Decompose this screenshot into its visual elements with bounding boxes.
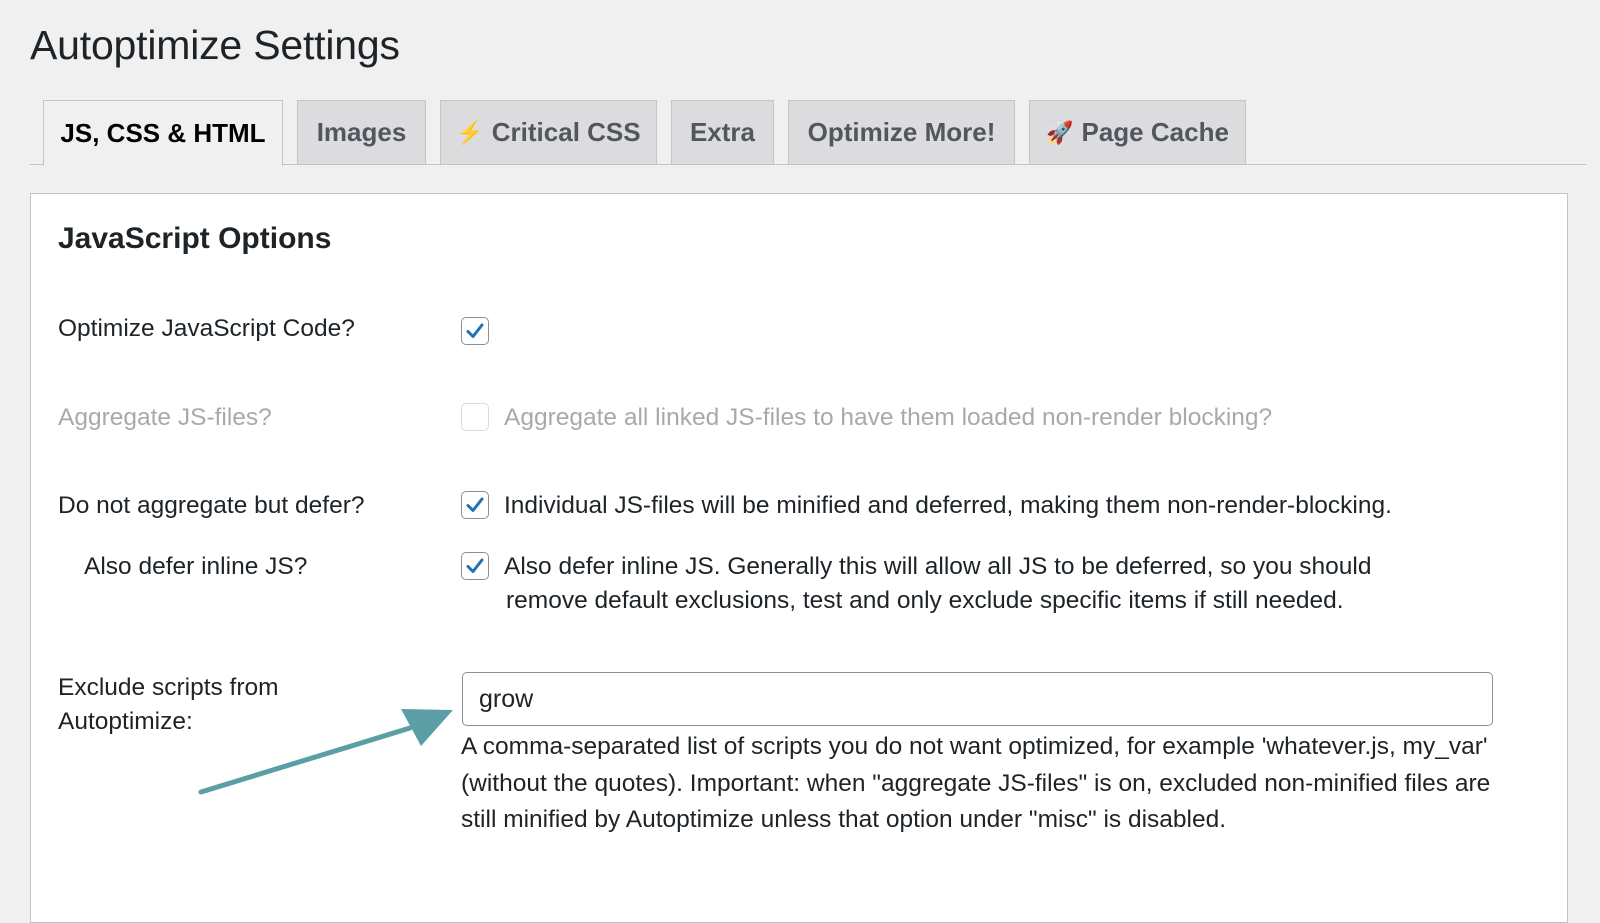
tab-optimize-more[interactable]: Optimize More! — [788, 100, 1015, 164]
tab-label: JS, CSS & HTML — [60, 118, 266, 148]
checkmark-icon — [466, 558, 484, 573]
annotation-arrow-icon — [198, 709, 453, 795]
tab-label: Optimize More! — [807, 117, 996, 147]
tab-label: Critical CSS — [491, 117, 641, 147]
tab-images[interactable]: Images — [297, 100, 426, 164]
exclude-label-line2: Autoptimize: — [58, 708, 193, 735]
rocket-icon: 🚀 — [1046, 119, 1074, 145]
page-title: Autoptimize Settings — [30, 22, 400, 68]
defer-inline-description-line2: remove default exclusions, test and only… — [506, 587, 1344, 614]
checkmark-icon — [466, 323, 484, 338]
tab-critical-css[interactable]: ⚡ Critical CSS — [440, 100, 657, 164]
tab-label: Images — [316, 117, 407, 147]
section-title: JavaScript Options — [58, 222, 332, 255]
exclude-scripts-input[interactable] — [462, 672, 1493, 726]
defer-label: Do not aggregate but defer? — [58, 492, 365, 519]
defer-inline-checkbox[interactable] — [461, 552, 489, 580]
defer-checkbox[interactable] — [461, 491, 489, 519]
aggregate-js-label: Aggregate JS-files? — [58, 404, 272, 431]
tab-js-css-html[interactable]: JS, CSS & HTML — [43, 100, 283, 166]
tab-label: Extra — [689, 117, 756, 147]
tab-page-cache[interactable]: 🚀 Page Cache — [1029, 100, 1246, 164]
defer-inline-label: Also defer inline JS? — [84, 553, 308, 580]
defer-description: Individual JS-files will be minified and… — [504, 492, 1392, 519]
aggregate-js-description: Aggregate all linked JS-files to have th… — [504, 404, 1273, 431]
aggregate-js-checkbox[interactable] — [461, 403, 489, 431]
exclude-help-text: A comma-separated list of scripts you do… — [461, 733, 1491, 833]
checkmark-icon — [466, 497, 484, 512]
defer-inline-description-line1: Also defer inline JS. Generally this wil… — [504, 553, 1372, 580]
optimize-js-label: Optimize JavaScript Code? — [58, 315, 355, 342]
tab-extra[interactable]: Extra — [671, 100, 774, 164]
tab-label: Page Cache — [1081, 117, 1229, 147]
lightning-bolt-icon: ⚡ — [456, 119, 484, 145]
optimize-js-checkbox[interactable] — [461, 317, 489, 345]
